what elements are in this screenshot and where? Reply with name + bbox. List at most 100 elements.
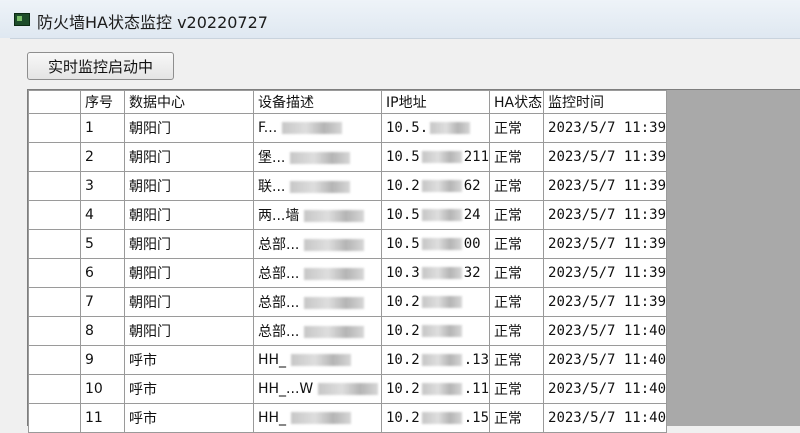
cell-ha-status[interactable]: 正常: [489, 345, 545, 375]
cell-monitor-time[interactable]: 2023/5/7 11:40: [543, 403, 668, 433]
ip-prefix: 10.5.: [386, 120, 429, 136]
cell-datacenter[interactable]: 呼市: [124, 345, 254, 375]
cell-datacenter[interactable]: 朝阳门: [124, 200, 254, 230]
column-header-ip[interactable]: IP地址: [380, 90, 491, 114]
cell-no[interactable]: 2: [80, 142, 125, 172]
cell-no[interactable]: 8: [80, 316, 125, 346]
cell-ip[interactable]: 10.2 .11: [380, 374, 491, 404]
cell-description[interactable]: HH_: [253, 345, 382, 375]
cell-description[interactable]: 总部...: [253, 316, 382, 346]
cell-ha-status[interactable]: 正常: [489, 142, 545, 172]
table-row[interactable]: 7 朝阳门 总部... 10.2 正常 2023/5/7 11:39: [28, 287, 668, 317]
cell-no[interactable]: 1: [80, 113, 125, 143]
cell-datacenter[interactable]: 呼市: [124, 403, 254, 433]
cell-description[interactable]: 总部...: [253, 287, 382, 317]
cell-description[interactable]: 联...: [253, 171, 382, 201]
cell-datacenter[interactable]: 朝阳门: [124, 258, 254, 288]
cell-ha-status[interactable]: 正常: [489, 113, 545, 143]
row-header[interactable]: [28, 142, 81, 172]
cell-ip[interactable]: 10.2: [380, 316, 491, 346]
cell-datacenter[interactable]: 朝阳门: [124, 113, 254, 143]
cell-datacenter[interactable]: 朝阳门: [124, 171, 254, 201]
monitor-start-button[interactable]: 实时监控启动中: [27, 52, 174, 80]
cell-no[interactable]: 6: [80, 258, 125, 288]
cell-description[interactable]: HH_: [253, 403, 382, 433]
row-header-corner[interactable]: [28, 90, 81, 114]
cell-no[interactable]: 3: [80, 171, 125, 201]
cell-ha-status[interactable]: 正常: [489, 200, 545, 230]
cell-ip[interactable]: 10.2 .15: [380, 403, 491, 433]
cell-ip[interactable]: 10.3 32: [380, 258, 491, 288]
cell-ip[interactable]: 10.2 62: [380, 171, 491, 201]
cell-no[interactable]: 7: [80, 287, 125, 317]
cell-description[interactable]: 堡...: [253, 142, 382, 172]
cell-no[interactable]: 10: [80, 374, 125, 404]
cell-datacenter[interactable]: 呼市: [124, 374, 254, 404]
row-header[interactable]: [28, 287, 81, 317]
table-row[interactable]: 9 呼市 HH_ 10.2 .13 正常 2023/5/7 11:40: [28, 345, 668, 375]
table-row[interactable]: 8 朝阳门 总部... 10.2 正常 2023/5/7 11:40: [28, 316, 668, 346]
cell-description[interactable]: 两...墙: [253, 200, 382, 230]
cell-description[interactable]: 总部...: [253, 229, 382, 259]
cell-datacenter[interactable]: 朝阳门: [124, 316, 254, 346]
row-header[interactable]: [28, 229, 81, 259]
row-header[interactable]: [28, 258, 81, 288]
cell-description[interactable]: 总部...: [253, 258, 382, 288]
cell-monitor-time[interactable]: 2023/5/7 11:39: [543, 142, 668, 172]
cell-monitor-time[interactable]: 2023/5/7 11:39: [543, 113, 668, 143]
cell-monitor-time[interactable]: 2023/5/7 11:39: [543, 287, 668, 317]
table-row[interactable]: 11 呼市 HH_ 10.2 .15 正常 2023/5/7 11:40: [28, 403, 668, 433]
table-row[interactable]: 3 朝阳门 联... 10.2 62 正常 2023/5/7 11:39: [28, 171, 668, 201]
column-header-no[interactable]: 序号: [80, 90, 125, 114]
cell-ha-status[interactable]: 正常: [489, 171, 545, 201]
cell-monitor-time[interactable]: 2023/5/7 11:40: [543, 316, 668, 346]
column-header-monitor-time[interactable]: 监控时间: [543, 90, 668, 114]
table-row[interactable]: 2 朝阳门 堡... 10.5 211 正常 2023/5/7 11:39: [28, 142, 668, 172]
row-header[interactable]: [28, 316, 81, 346]
table-row[interactable]: 5 朝阳门 总部... 10.5 00 正常 2023/5/7 11:39: [28, 229, 668, 259]
cell-datacenter[interactable]: 朝阳门: [124, 229, 254, 259]
table-row[interactable]: 1 朝阳门 F... 10.5. 正常 2023/5/7 11:39: [28, 113, 668, 143]
cell-no[interactable]: 5: [80, 229, 125, 259]
cell-ip[interactable]: 10.5 24: [380, 200, 491, 230]
cell-ha-status[interactable]: 正常: [489, 316, 545, 346]
redacted-mark: [303, 239, 364, 251]
row-header[interactable]: [28, 403, 81, 433]
table-row[interactable]: 10 呼市 HH_...W 10.2 .11 正常 2023/5/7 11:40: [28, 374, 668, 404]
cell-ha-status[interactable]: 正常: [489, 258, 545, 288]
column-header-ha-status[interactable]: HA状态: [489, 90, 545, 114]
cell-ha-status[interactable]: 正常: [489, 229, 545, 259]
cell-monitor-time[interactable]: 2023/5/7 11:39: [543, 200, 668, 230]
cell-ip[interactable]: 10.2: [380, 287, 491, 317]
data-grid[interactable]: 序号 数据中心 设备描述 IP地址 HA状态 监控时间 1 朝阳门 F... 10.…: [27, 89, 800, 433]
row-header[interactable]: [28, 345, 81, 375]
cell-ha-status[interactable]: 正常: [489, 287, 545, 317]
cell-ip[interactable]: 10.5.: [380, 113, 491, 143]
table-row[interactable]: 4 朝阳门 两...墙 10.5 24 正常 2023/5/7 11:39: [28, 200, 668, 230]
cell-monitor-time[interactable]: 2023/5/7 11:40: [543, 374, 668, 404]
ip-suffix: 00: [463, 236, 481, 252]
cell-datacenter[interactable]: 朝阳门: [124, 287, 254, 317]
row-header[interactable]: [28, 200, 81, 230]
cell-monitor-time[interactable]: 2023/5/7 11:39: [543, 171, 668, 201]
cell-description[interactable]: HH_...W: [253, 374, 382, 404]
cell-monitor-time[interactable]: 2023/5/7 11:39: [543, 229, 668, 259]
cell-ip[interactable]: 10.2 .13: [380, 345, 491, 375]
cell-monitor-time[interactable]: 2023/5/7 11:39: [543, 258, 668, 288]
cell-no[interactable]: 9: [80, 345, 125, 375]
cell-no[interactable]: 4: [80, 200, 125, 230]
cell-ha-status[interactable]: 正常: [489, 374, 545, 404]
row-header[interactable]: [28, 374, 81, 404]
cell-ha-status[interactable]: 正常: [489, 403, 545, 433]
cell-datacenter[interactable]: 朝阳门: [124, 142, 254, 172]
row-header[interactable]: [28, 113, 81, 143]
table-row[interactable]: 6 朝阳门 总部... 10.3 32 正常 2023/5/7 11:39: [28, 258, 668, 288]
row-header[interactable]: [28, 171, 81, 201]
column-header-description[interactable]: 设备描述: [253, 90, 382, 114]
column-header-datacenter[interactable]: 数据中心: [124, 90, 254, 114]
cell-description[interactable]: F...: [253, 113, 382, 143]
cell-ip[interactable]: 10.5 211: [380, 142, 491, 172]
cell-ip[interactable]: 10.5 00: [380, 229, 491, 259]
cell-monitor-time[interactable]: 2023/5/7 11:40: [543, 345, 668, 375]
cell-no[interactable]: 11: [80, 403, 125, 433]
